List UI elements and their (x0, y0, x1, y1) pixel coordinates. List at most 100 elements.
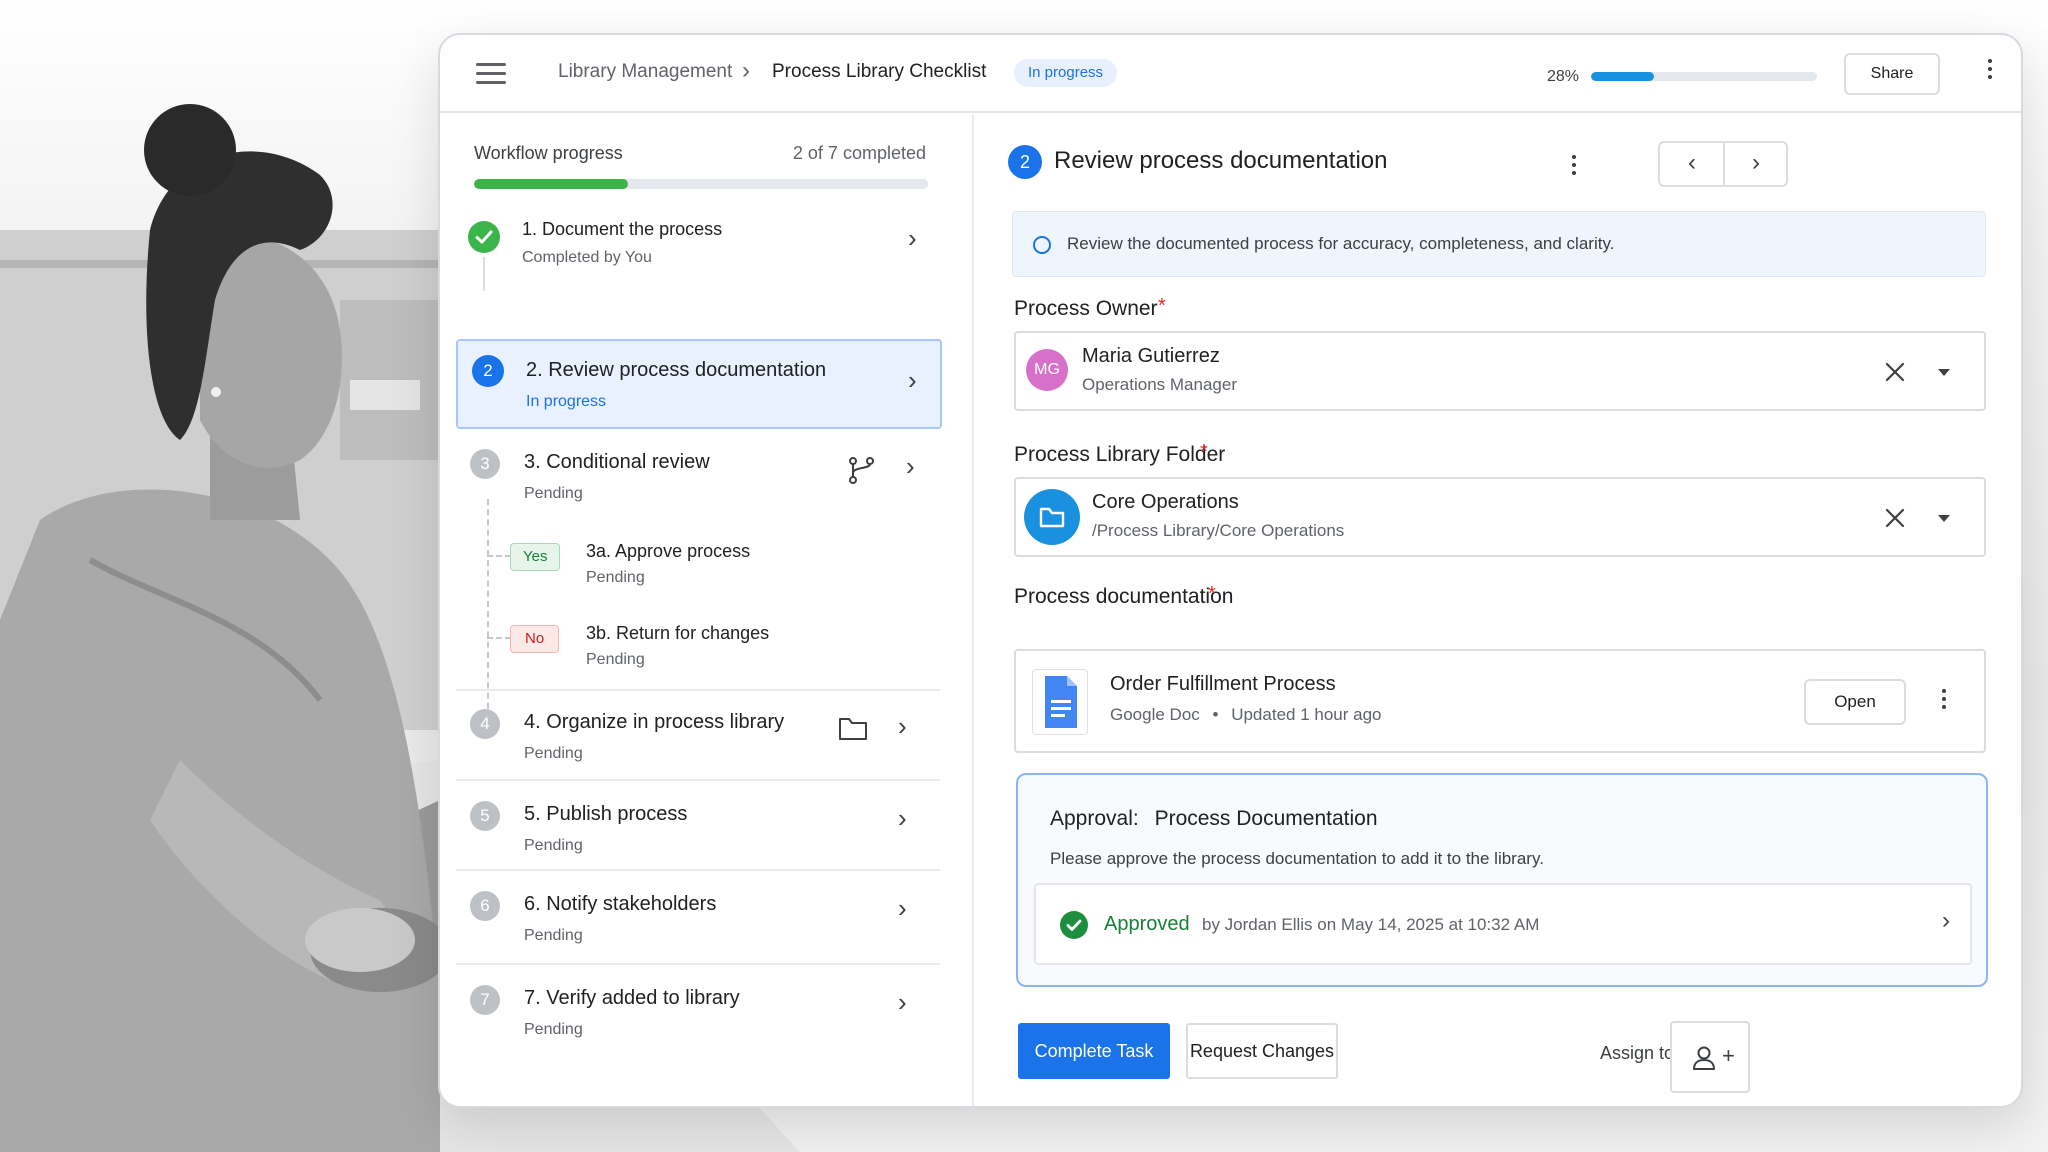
divider (456, 779, 940, 781)
chevron-right-icon: › (898, 803, 907, 833)
divider (456, 689, 940, 691)
chevron-right-icon: › (908, 223, 917, 253)
approval-by: by Jordan Ellis on May 14, 2025 at 10:32… (1202, 915, 1540, 934)
branch-connector (487, 499, 489, 719)
branch-connector (487, 555, 511, 557)
chevron-left-icon[interactable]: ‹ (1660, 143, 1724, 185)
approval-card: Approval: Process Documentation Please a… (1016, 773, 1988, 987)
approval-title: Approval: Process Documentation (1050, 807, 1378, 831)
document-name[interactable]: Order Fulfillment Process (1110, 673, 1336, 696)
document-more-vert-icon[interactable] (1934, 689, 1954, 715)
plus-icon: + (1722, 1043, 1735, 1068)
branch-subtitle: Pending (586, 651, 645, 668)
step-subtitle: Pending (524, 1021, 583, 1038)
step-title: 5. Publish process (524, 803, 688, 825)
branch-item-3b[interactable]: No 3b. Return for changes Pending (510, 617, 930, 677)
step-title: 3. Conditional review (524, 451, 710, 473)
condition-no-badge: No (510, 625, 560, 653)
workflow-progress-fill (474, 179, 629, 189)
chevron-right-icon[interactable]: › (1724, 143, 1788, 185)
approval-status-row[interactable]: Approved by Jordan Ellis on May 14, 2025… (1034, 883, 1972, 965)
folder-field[interactable]: Core Operations /Process Library/Core Op… (1014, 477, 1986, 557)
breadcrumb-chevron-icon: › (742, 57, 750, 84)
approval-description: Please approve the process documentation… (1050, 849, 1544, 868)
documentation-file-card: Order Fulfillment Process Google Doc • U… (1014, 649, 1986, 753)
chevron-right-icon: › (898, 893, 907, 923)
step-connector (483, 257, 485, 291)
step-title: 1. Document the process (522, 219, 723, 239)
step-number: 3 (470, 449, 500, 479)
complete-task-button[interactable]: Complete Task (1018, 1023, 1170, 1079)
step-item-7[interactable]: 7 7. Verify added to library Pending › (456, 981, 940, 1051)
document-updated: Updated 1 hour ago (1231, 705, 1382, 724)
share-button[interactable]: Share (1844, 53, 1940, 95)
step-item-3[interactable]: 3 3. Conditional review Pending › (456, 445, 940, 515)
step-number: 4 (470, 709, 500, 739)
step-title: 6. Notify stakeholders (524, 893, 717, 915)
branch-title: 3a. Approve process (586, 541, 751, 561)
folder-path: /Process Library/Core Operations (1092, 521, 1345, 540)
workflow-progress-count: 2 of 7 completed (792, 143, 926, 163)
dropdown-arrow-icon[interactable] (1938, 369, 1950, 376)
more-vert-icon[interactable] (1980, 59, 2000, 85)
dropdown-arrow-icon[interactable] (1938, 515, 1950, 522)
meta-separator: • (1212, 705, 1219, 724)
step-subtitle: In progress (526, 393, 607, 410)
folder-icon (838, 715, 868, 746)
step-item-4[interactable]: 4 4. Organize in process library Pending… (456, 705, 940, 775)
required-marker: * (1158, 295, 1166, 317)
open-document-button[interactable]: Open (1804, 679, 1906, 725)
required-marker: * (1208, 583, 1216, 605)
breadcrumb-current: Process Library Checklist (772, 61, 987, 82)
workflow-sidebar: Workflow progress 2 of 7 completed 1. Do… (440, 115, 974, 1106)
step-item-1[interactable]: 1. Document the process Completed by You… (456, 215, 940, 279)
status-badge: In progress (1014, 59, 1118, 87)
assign-to-label: Assign to (1600, 1043, 1675, 1063)
documentation-field-label: Process documentation (1014, 585, 1234, 608)
assign-user-button[interactable]: + (1670, 1021, 1750, 1093)
task-detail-panel: 2 Review process documentation ‹ › Revie… (976, 115, 2021, 1106)
divider (456, 869, 940, 871)
document-type: Google Doc (1110, 705, 1200, 724)
step-subtitle: Completed by You (522, 249, 652, 266)
overall-progress-fill (1591, 72, 1655, 81)
task-title: Review process documentation (1054, 147, 1388, 174)
step-number: 6 (470, 891, 500, 921)
instruction-banner: Review the documented process for accura… (1012, 211, 1986, 277)
request-changes-button[interactable]: Request Changes (1186, 1023, 1338, 1079)
branch-subtitle: Pending (586, 569, 645, 586)
breadcrumb-parent[interactable]: Library Management (558, 61, 732, 83)
task-more-vert-icon[interactable] (1564, 155, 1584, 181)
step-subtitle: Pending (524, 745, 583, 762)
step-title: 7. Verify added to library (524, 987, 740, 1009)
clear-close-icon[interactable] (1884, 507, 1906, 529)
condition-yes-badge: Yes (510, 543, 561, 571)
chevron-right-icon: › (898, 987, 907, 1017)
document-meta: Google Doc • Updated 1 hour ago (1110, 705, 1382, 725)
step-item-6[interactable]: 6 6. Notify stakeholders Pending › (456, 887, 940, 957)
step-subtitle: Pending (524, 837, 583, 854)
step-number: 7 (470, 985, 500, 1015)
branch-item-3a[interactable]: Yes 3a. Approve process Pending (510, 533, 930, 593)
owner-field[interactable]: MG Maria Gutierrez Operations Manager (1014, 331, 1986, 411)
step-item-2[interactable]: 2 2. Review process documentation In pro… (456, 339, 942, 429)
chevron-right-icon: › (908, 365, 917, 395)
person-icon (1693, 1046, 1715, 1070)
owner-name: Maria Gutierrez (1082, 345, 1220, 367)
app-window: Library Management › Process Library Che… (438, 33, 2023, 1108)
required-marker: * (1200, 441, 1208, 463)
folder-avatar (1024, 489, 1080, 545)
divider (456, 963, 940, 965)
folder-field-label: Process Library Folder (1014, 443, 1226, 466)
step-item-5[interactable]: 5 5. Publish process Pending › (456, 797, 940, 867)
hamburger-menu-icon[interactable] (476, 63, 506, 85)
chevron-right-icon: › (1942, 907, 1950, 934)
workflow-progress-label: Workflow progress (474, 143, 623, 163)
approval-subject: Process Documentation (1154, 807, 1378, 830)
owner-role: Operations Manager (1082, 375, 1237, 394)
step-subtitle: Pending (524, 485, 583, 502)
google-doc-icon (1032, 669, 1088, 735)
chevron-right-icon: › (906, 451, 915, 481)
check-circle-icon (1060, 911, 1088, 939)
clear-close-icon[interactable] (1884, 361, 1906, 383)
